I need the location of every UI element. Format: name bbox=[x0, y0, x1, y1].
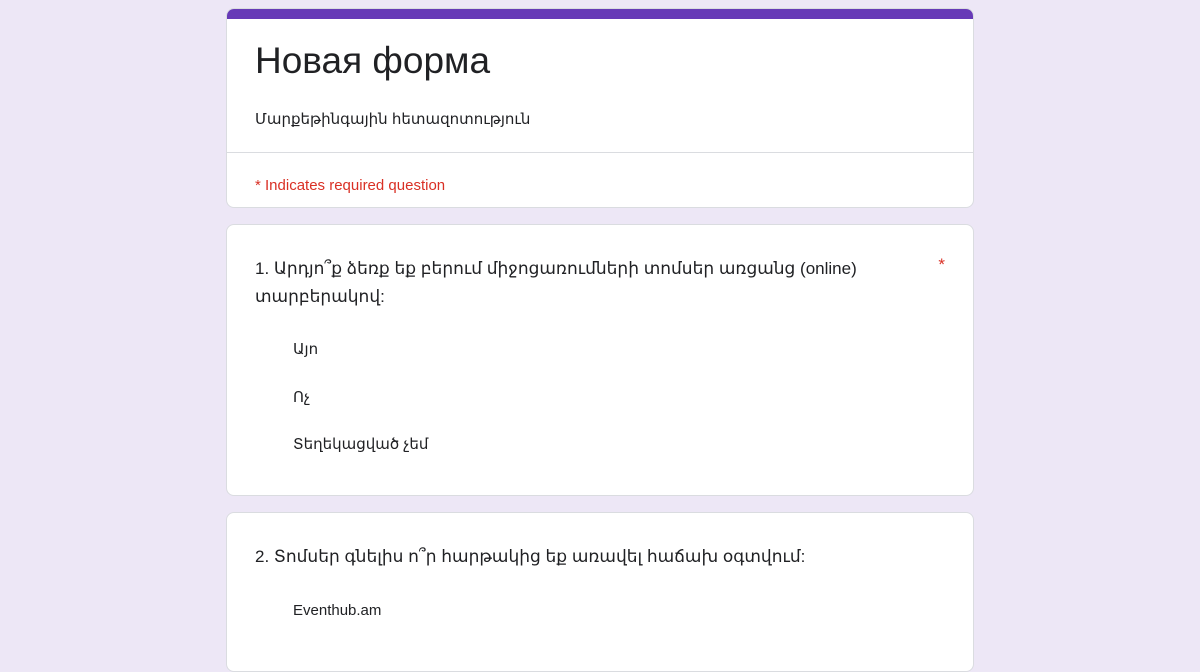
form-header-card: Новая форма Մարքեթինգային հետազոտություն… bbox=[226, 8, 974, 208]
required-asterisk: * bbox=[938, 255, 945, 274]
question-card-1: 1. Արդյո՞ք ձեռք եք բերում միջոցառումների… bbox=[226, 224, 974, 496]
required-note: * Indicates required question bbox=[255, 177, 446, 194]
option-eventhub[interactable]: Eventhub.am bbox=[293, 601, 381, 621]
form-description: Մարքեթինգային հետազոտություն bbox=[255, 111, 531, 128]
form-title: Новая форма bbox=[255, 40, 491, 81]
option-not-informed[interactable]: Տեղեկացված չեմ bbox=[293, 435, 428, 455]
header-accent-bar bbox=[227, 9, 973, 19]
header-divider bbox=[227, 152, 973, 153]
option-yes[interactable]: Այո bbox=[293, 340, 318, 360]
option-no[interactable]: Ոչ bbox=[293, 388, 310, 408]
question-1-text: 1. Արդյո՞ք ձեռք եք բերում միջոցառումների… bbox=[255, 259, 857, 306]
question-2-text: 2. Տոմսեր գնելիս ո՞ր հարթակից եք առավել … bbox=[255, 547, 806, 566]
question-card-2: 2. Տոմսեր գնելիս ո՞ր հարթակից եք առավել … bbox=[226, 512, 974, 672]
